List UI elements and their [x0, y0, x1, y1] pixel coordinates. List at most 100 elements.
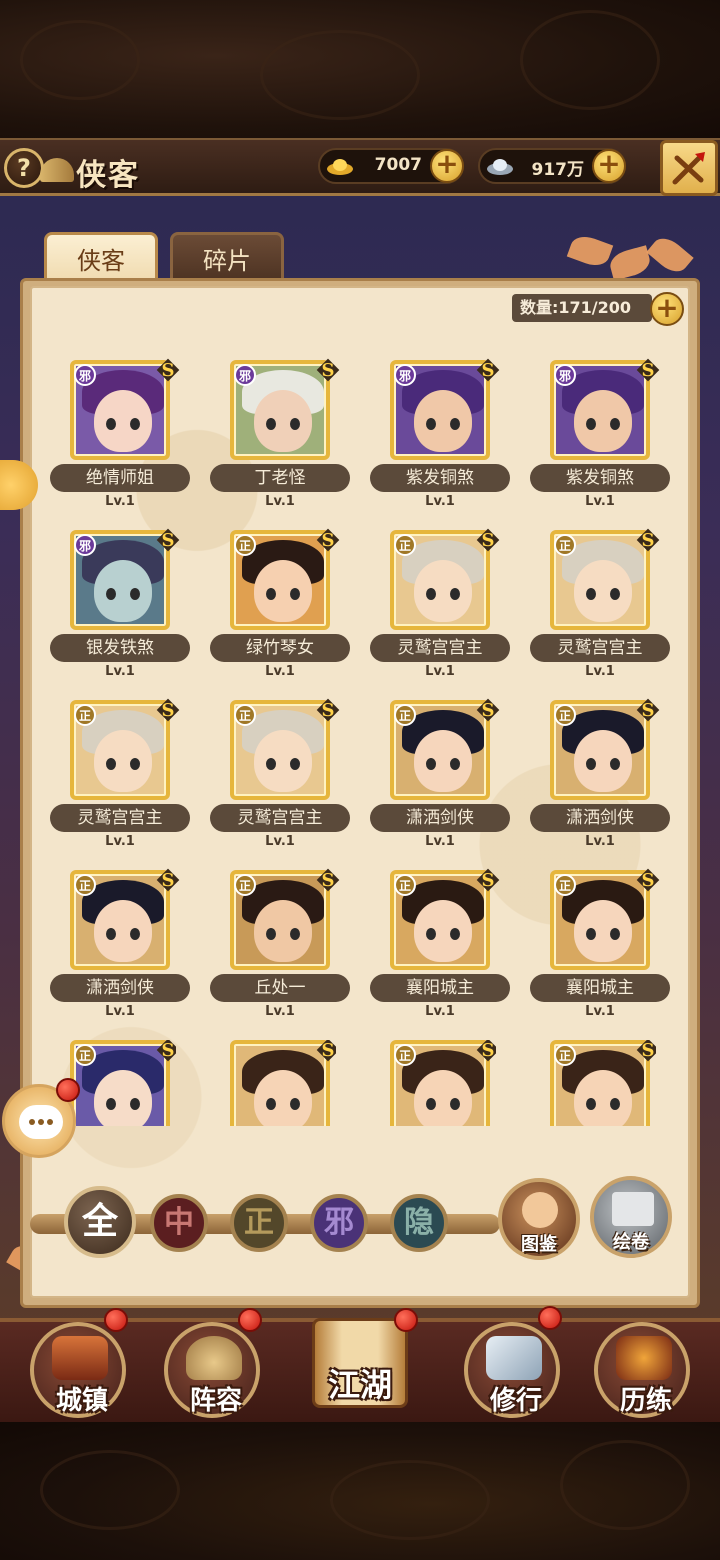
svg-text:S: S	[642, 360, 655, 381]
grade-s-icon: S	[156, 698, 180, 722]
hero-name: 襄阳城主	[530, 974, 670, 1002]
add-silver-button[interactable]: +	[592, 149, 626, 183]
hero-name: 襄阳城主	[370, 974, 510, 1002]
hero-level: Lv.1	[585, 494, 615, 509]
faction-badge: 正	[74, 1044, 96, 1066]
faction-badge: 邪	[554, 364, 576, 386]
nav-training[interactable]: 历练	[594, 1322, 690, 1418]
hero-level: Lv.1	[425, 664, 455, 679]
expand-capacity-button[interactable]: +	[650, 292, 684, 326]
scroll-icon	[612, 1192, 654, 1226]
gold-currency: 7007 +	[318, 148, 464, 184]
close-button[interactable]	[660, 140, 718, 196]
hero-card[interactable]: 正 S 绿竹琴女 Lv.1	[206, 528, 350, 700]
hero-card[interactable]: 正 S 灵鹫宫宫主 Lv.1	[526, 528, 670, 700]
silver-currency: 917万 +	[478, 148, 626, 184]
training-arena-icon	[616, 1336, 672, 1380]
hero-card[interactable]: 正 S 潇洒剑侠 Lv.1	[46, 868, 190, 1040]
hero-card[interactable]: 正 S 灵鹫宫宫主 Lv.1	[206, 698, 350, 870]
nav-cultivation[interactable]: 修行	[464, 1322, 560, 1418]
hero-level: Lv.1	[105, 494, 135, 509]
hero-card[interactable]: 邪 S 紫发铜煞 Lv.1	[366, 358, 510, 530]
town-icon	[52, 1336, 108, 1380]
hero-card[interactable]: 正 S 灵鹫宫宫主 Lv.1	[366, 528, 510, 700]
faction-badge: 正	[554, 704, 576, 726]
nav-lineup-badge	[238, 1308, 262, 1332]
hero-card[interactable]: 邪 S 丁老怪 Lv.1	[206, 358, 350, 530]
faction-badge: 邪	[74, 534, 96, 556]
hero-card[interactable]: 正 S 襄阳城主 Lv.1	[366, 868, 510, 1040]
hero-level: Lv.1	[265, 494, 295, 509]
grade-s-icon: S	[156, 358, 180, 382]
faction-badge: 正	[394, 534, 416, 556]
grade-s-icon: S	[316, 528, 340, 552]
grade-s-icon: S	[316, 698, 340, 722]
hero-level: Lv.1	[585, 1004, 615, 1019]
hero-card[interactable]: 正 S 潇洒剑侠 Lv.1	[526, 698, 670, 870]
nav-lineup-label: 阵容	[189, 1386, 242, 1416]
nav-jianghu-label: 江湖	[327, 1366, 392, 1404]
grade-s-icon: S	[636, 358, 660, 382]
hero-name: 潇洒剑侠	[50, 974, 190, 1002]
nav-town[interactable]: 城镇	[30, 1322, 126, 1418]
filter-righteous-button[interactable]: 正	[230, 1194, 288, 1252]
hero-level: Lv.1	[265, 1004, 295, 1019]
hero-name: 紫发铜煞	[370, 464, 510, 492]
nav-lineup[interactable]: 阵容	[164, 1322, 260, 1418]
grade-s-icon: S	[316, 868, 340, 892]
filter-all-button[interactable]: 全	[64, 1186, 136, 1258]
hero-level: Lv.1	[265, 664, 295, 679]
grade-s-icon: S	[636, 528, 660, 552]
nav-cultivation-label: 修行	[489, 1386, 542, 1416]
hero-card[interactable]: S	[206, 1040, 336, 1126]
scroll-gallery-button[interactable]: 绘卷	[590, 1176, 672, 1258]
help-button[interactable]: ?	[4, 148, 44, 188]
svg-text:S: S	[482, 530, 495, 551]
page-title: 侠客	[76, 158, 140, 193]
codex-button[interactable]: 图鉴	[498, 1178, 580, 1260]
hero-name: 绝情师姐	[50, 464, 190, 492]
chat-bubble-icon	[19, 1105, 63, 1139]
hero-count: 数量:171/200	[512, 294, 652, 322]
bottom-backdrop	[0, 1420, 720, 1560]
hero-card[interactable]: 邪 S 绝情师姐 Lv.1	[46, 358, 190, 530]
hero-card[interactable]: 正S	[526, 1040, 656, 1126]
chat-notification-badge	[56, 1078, 80, 1102]
silver-value: 917万	[531, 160, 585, 180]
grade-s-icon: S	[476, 358, 500, 382]
nav-town-label: 城镇	[55, 1386, 108, 1416]
svg-text:S: S	[322, 700, 335, 721]
svg-text:S: S	[322, 530, 335, 551]
filter-neutral-button[interactable]: 中	[150, 1194, 208, 1252]
hero-name: 紫发铜煞	[530, 464, 670, 492]
svg-text:S: S	[482, 870, 495, 891]
svg-text:S: S	[642, 870, 655, 891]
filter-evil-button[interactable]: 邪	[310, 1194, 368, 1252]
hero-card[interactable]: 正 S 丘处一 Lv.1	[206, 868, 350, 1040]
svg-text:S: S	[322, 870, 335, 891]
hero-card[interactable]: 邪 S 紫发铜煞 Lv.1	[526, 358, 670, 530]
hero-card[interactable]: 正S	[366, 1040, 496, 1126]
grade-s-icon: S	[476, 868, 500, 892]
faction-badge: 正	[394, 704, 416, 726]
hero-level: Lv.1	[425, 1004, 455, 1019]
grade-s-icon: S	[316, 358, 340, 382]
add-gold-button[interactable]: +	[430, 149, 464, 183]
filter-hidden-button[interactable]: 隐	[390, 1194, 448, 1252]
hero-card[interactable]: 正 S 潇洒剑侠 Lv.1	[366, 698, 510, 870]
svg-text:S: S	[162, 1040, 175, 1061]
hero-card[interactable]: 正 S 襄阳城主 Lv.1	[526, 868, 670, 1040]
grade-s-icon: S	[156, 1040, 176, 1062]
top-backdrop	[0, 0, 720, 140]
scroll-gallery-label: 绘卷	[613, 1232, 649, 1253]
hero-name: 灵鹫宫宫主	[50, 804, 190, 832]
hero-name: 潇洒剑侠	[370, 804, 510, 832]
hero-level: Lv.1	[585, 664, 615, 679]
hero-name: 灵鹫宫宫主	[530, 634, 670, 662]
faction-badge: 正	[234, 874, 256, 896]
svg-text:S: S	[162, 360, 175, 381]
faction-badge: 正	[234, 704, 256, 726]
hero-card[interactable]: 正 S 灵鹫宫宫主 Lv.1	[46, 698, 190, 870]
close-swords-icon	[672, 152, 705, 185]
hero-card[interactable]: 邪 S 银发铁煞 Lv.1	[46, 528, 190, 700]
